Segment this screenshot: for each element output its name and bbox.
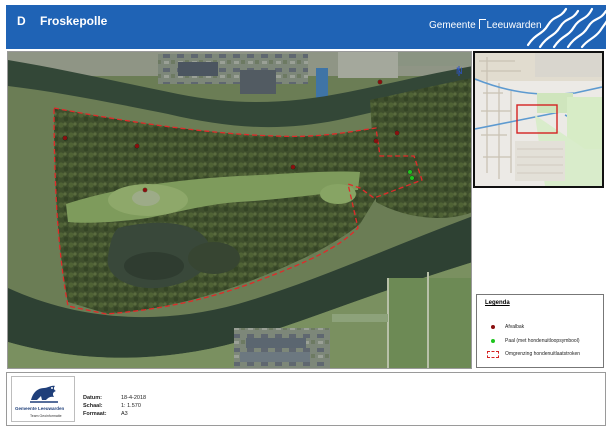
header-bar: D Froskepolle Gemeente Leeuwarden	[6, 5, 606, 49]
afvalbak-marker[interactable]	[135, 144, 139, 148]
format-value: A3	[121, 411, 128, 417]
footer-logo-subtitle: Team Geoinformatie	[30, 414, 62, 418]
legend-item-afvalbak: Afvalbak	[485, 323, 524, 331]
map-title: Froskepolle	[40, 14, 108, 28]
date-value: 18-4-2018	[121, 395, 147, 401]
municipality-logo: Gemeente Leeuwarden	[429, 19, 542, 31]
paal-marker[interactable]	[408, 170, 412, 174]
afvalbak-marker[interactable]	[378, 80, 382, 84]
north-arrow-icon: N	[456, 66, 463, 76]
aerial-map[interactable]: N	[7, 51, 472, 369]
logo-prefix: Gemeente	[429, 20, 479, 31]
paal-marker[interactable]	[410, 176, 414, 180]
map-code: D	[17, 14, 26, 28]
overview-inset-map[interactable]	[473, 51, 604, 188]
legend-label: Omgrenzing hondenuitlaatstroken	[505, 351, 581, 357]
scale-value: 1: 1.570	[121, 403, 141, 409]
title-block: Gemeente Leeuwarden Team Geoinformatie D…	[6, 372, 606, 426]
afvalbak-marker[interactable]	[143, 188, 147, 192]
legend-panel: Legenda Afvalbak Paal (met hondenuitloop…	[476, 294, 604, 368]
legend-label: Paal (met hondenuitloopsymbool)	[505, 338, 580, 344]
green-dot-icon	[491, 339, 495, 343]
legend-title: Legenda	[485, 300, 510, 306]
dashed-box-icon	[487, 350, 499, 358]
overview-canvas	[475, 53, 602, 186]
footer-logo: Gemeente Leeuwarden Team Geoinformatie	[11, 376, 75, 422]
afvalbak-marker[interactable]	[395, 131, 399, 135]
date-label: Datum:	[83, 395, 102, 401]
afvalbak-marker[interactable]	[374, 139, 378, 143]
wave-graphic-icon	[526, 7, 606, 49]
red-dot-icon	[491, 325, 495, 329]
legend-item-boundary: Omgrenzing hondenuitlaatstroken	[485, 350, 580, 358]
map-page: D Froskepolle Gemeente Leeuwarden Legend…	[0, 0, 612, 432]
legend-label: Afvalbak	[505, 324, 525, 330]
afvalbak-marker[interactable]	[291, 165, 295, 169]
legend-item-paal: Paal (met hondenuitloopsymbool)	[485, 337, 580, 345]
format-label: Formaat:	[83, 411, 107, 417]
aerial-map-canvas: N	[8, 52, 471, 368]
footer-logo-text: Gemeente Leeuwarden	[15, 406, 65, 411]
scale-label: Schaal:	[83, 403, 103, 409]
afvalbak-marker[interactable]	[63, 136, 67, 140]
lion-crest-icon	[30, 385, 58, 403]
